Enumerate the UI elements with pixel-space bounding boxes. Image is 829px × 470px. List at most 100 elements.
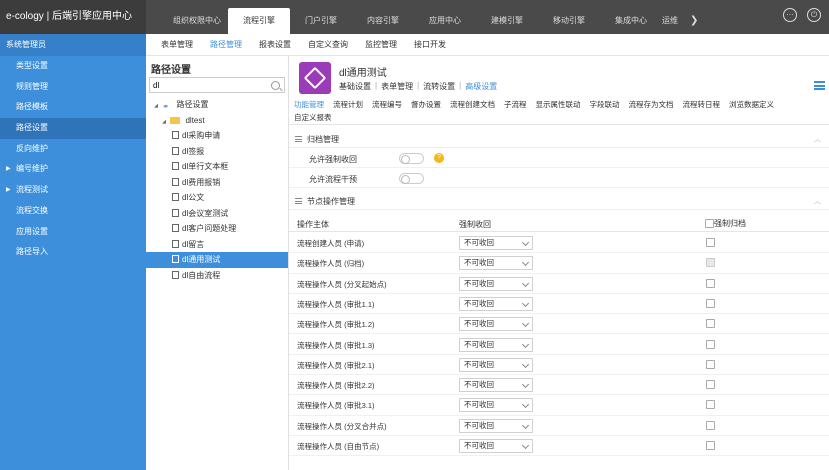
tab-separator: |	[459, 81, 462, 90]
top-nav-tab[interactable]: 应用中心	[414, 8, 476, 34]
tree-folder[interactable]: ◢ dltest	[146, 113, 288, 129]
workflow-tab[interactable]: 流转设置	[423, 81, 455, 92]
tree-node[interactable]: dl采购申请	[146, 128, 288, 144]
tree-node-label: dl采购申请	[182, 131, 221, 140]
tree-node[interactable]: dl公文	[146, 190, 288, 206]
tree-node[interactable]: dl留言	[146, 237, 288, 253]
function-tab[interactable]: 子流程	[504, 98, 527, 111]
tree-node[interactable]: dl单行文本框	[146, 159, 288, 175]
top-nav-tab[interactable]: 运维	[662, 8, 690, 34]
tree-node[interactable]: dl签报	[146, 144, 288, 160]
top-nav-tab[interactable]: 流程引擎	[228, 8, 290, 34]
top-nav-tab[interactable]: 内容引擎	[352, 8, 414, 34]
force-archive-checkbox[interactable]	[706, 278, 715, 288]
subnav-tab[interactable]: 接口开发	[414, 39, 446, 50]
subnav-tab[interactable]: 报表设置	[259, 39, 291, 50]
sidebar-item[interactable]: 类型设置	[0, 56, 146, 77]
tree-root[interactable]: ◢ ⚭ 路径设置	[146, 97, 288, 113]
function-tab[interactable]: 显示属性联动	[536, 98, 581, 111]
function-tab[interactable]: 字段联动	[590, 98, 620, 111]
tree-node[interactable]: dl费用报销	[146, 175, 288, 191]
recall-select[interactable]: 不可收回	[459, 439, 533, 453]
tree-node[interactable]: dl通用测试	[146, 252, 288, 268]
collapse-chevron-icon[interactable]: ︿	[814, 193, 821, 210]
sidebar-item[interactable]: 路径模板	[0, 97, 146, 118]
sidebar-item[interactable]: 规则管理	[0, 77, 146, 98]
sidebar-item[interactable]: 路径设置	[0, 118, 146, 139]
recall-select[interactable]: 不可收回	[459, 256, 533, 271]
top-nav-tab[interactable]: 移动引擎	[538, 8, 600, 34]
function-tab[interactable]: 浏览数据定义	[729, 98, 774, 111]
function-tab[interactable]: 督办设置	[411, 98, 441, 111]
list-menu-icon[interactable]	[814, 81, 825, 90]
top-nav-tab[interactable]: 组织权限中心	[166, 8, 228, 34]
tree-node[interactable]: dl自由流程	[146, 268, 288, 284]
expand-caret-icon[interactable]: ▶	[6, 180, 11, 201]
subnav-tab[interactable]: 路径管理	[210, 39, 242, 50]
tree-search-input[interactable]	[153, 80, 271, 90]
top-nav-tab[interactable]: 建模引擎	[476, 8, 538, 34]
sidebar-item[interactable]: 应用设置	[0, 222, 146, 243]
function-tab[interactable]: 自定义报表	[294, 111, 332, 124]
function-tab[interactable]: 功能管理	[294, 98, 324, 111]
force-archive-checkbox[interactable]	[706, 339, 715, 349]
sidebar-item-label: 编号维护	[16, 164, 48, 174]
subnav-tab[interactable]: 表单管理	[161, 39, 193, 50]
sidebar-item[interactable]: ▶ 流程测试	[0, 180, 146, 201]
recall-select[interactable]: 不可收回	[459, 337, 533, 352]
sidebar-item[interactable]: 反向维护	[0, 139, 146, 160]
force-archive-checkbox[interactable]	[706, 319, 715, 329]
top-nav-tab[interactable]: 门户引擎	[290, 8, 352, 34]
chevron-down-icon	[521, 441, 530, 450]
help-icon[interactable]: ?	[434, 153, 444, 163]
recall-select[interactable]: 不可收回	[459, 378, 533, 393]
more-options-icon[interactable]: ···	[783, 8, 797, 22]
recall-select[interactable]: 不可收回	[459, 317, 533, 332]
tree-node[interactable]: dl会议室测试	[146, 206, 288, 222]
force-archive-checkbox[interactable]	[706, 420, 715, 430]
subnav-tab[interactable]: 自定义查询	[308, 39, 348, 50]
function-tab[interactable]: 流程创建文档	[450, 98, 495, 111]
sidebar-item[interactable]: ▶ 编号维护	[0, 159, 146, 180]
function-tab[interactable]: 流程存为文档	[629, 98, 674, 111]
allow-recall-toggle[interactable]	[399, 153, 424, 164]
function-tab[interactable]: 流程转日程	[683, 98, 721, 111]
recall-select-value: 不可收回	[464, 400, 494, 410]
document-icon	[172, 162, 179, 170]
recall-select[interactable]: 不可收回	[459, 357, 533, 372]
search-icon[interactable]	[271, 80, 280, 90]
workflow-tab[interactable]: 表单管理	[381, 81, 413, 92]
select-all-checkbox[interactable]	[705, 219, 714, 228]
top-nav-tab[interactable]: 集成中心	[600, 8, 662, 34]
recall-select[interactable]: 不可收回	[459, 418, 533, 433]
workflow-tab[interactable]: 高级设置	[465, 81, 497, 92]
sidebar-item[interactable]: 路径导入	[0, 242, 146, 263]
tree-node[interactable]: dl客户问题处理	[146, 221, 288, 237]
function-tab[interactable]: 流程编号	[372, 98, 402, 111]
force-archive-checkbox[interactable]	[706, 359, 715, 369]
recall-select[interactable]: 不可收回	[459, 398, 533, 413]
chevron-down-icon	[521, 340, 530, 348]
force-archive-checkbox[interactable]	[706, 400, 715, 410]
operator-subject: 流程操作人员 (审批1.2)	[297, 320, 375, 330]
recall-select[interactable]: 不可收回	[459, 296, 533, 311]
force-archive-checkbox[interactable]	[706, 298, 715, 308]
force-archive-checkbox[interactable]	[706, 238, 715, 247]
power-icon[interactable]: ⏻	[807, 8, 821, 22]
folder-icon	[170, 116, 181, 124]
recall-select[interactable]: 不可收回	[459, 276, 533, 291]
sidebar-item[interactable]: 流程交换	[0, 201, 146, 222]
subnav-tab[interactable]: 监控管理	[365, 39, 397, 50]
force-archive-checkbox[interactable]	[706, 380, 715, 390]
function-tab[interactable]: 流程计划	[333, 98, 363, 111]
collapse-chevron-icon[interactable]: ︿	[814, 131, 821, 148]
top-bar: e-cology | 后端引擎应用中心 组织权限中心 流程引擎 门户引擎 内容引擎 应用…	[0, 0, 829, 34]
force-archive-checkbox[interactable]	[706, 441, 715, 450]
allow-intervene-toggle[interactable]	[399, 173, 424, 184]
recall-select-value: 不可收回	[464, 278, 494, 288]
table-row: 流程操作人员 (审批1.3) 不可收回	[289, 335, 829, 355]
recall-select[interactable]: 不可收回	[459, 236, 533, 250]
expand-caret-icon[interactable]: ▶	[6, 159, 11, 180]
workflow-tab[interactable]: 基础设置	[339, 81, 371, 92]
chevron-right-icon[interactable]: ❯	[690, 8, 702, 34]
